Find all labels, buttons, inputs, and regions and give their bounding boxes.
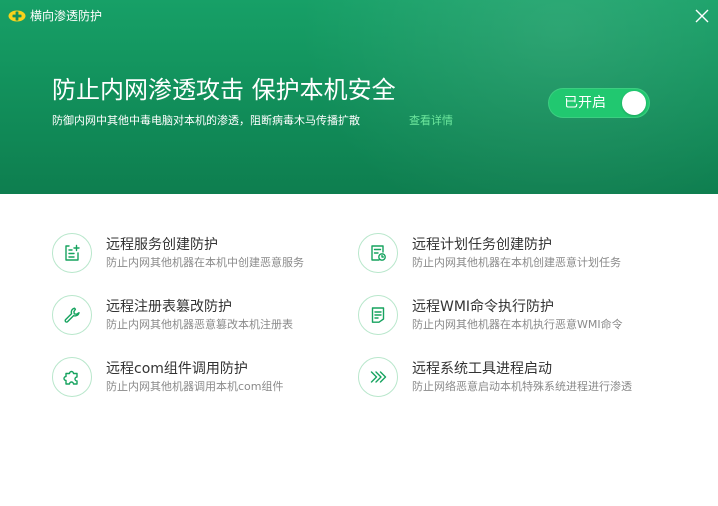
feature-item-registry: 远程注册表篡改防护 防止内网其他机器恶意篡改本机注册表 — [52, 295, 352, 337]
title-bar: 横向渗透防护 — [0, 0, 718, 32]
scheduled-task-icon — [358, 233, 398, 273]
feature-desc: 防止内网其他机器恶意篡改本机注册表 — [106, 318, 293, 331]
feature-desc: 防止内网其他机器调用本机com组件 — [106, 380, 284, 393]
view-details-link[interactable]: 查看详情 — [409, 113, 453, 129]
document-icon — [358, 295, 398, 335]
protection-toggle[interactable]: 已开启 — [548, 88, 650, 118]
feature-title: 远程系统工具进程启动 — [412, 361, 552, 377]
feature-title: 远程WMI命令执行防护 — [412, 299, 555, 315]
feature-item-com: 远程com组件调用防护 防止内网其他机器调用本机com组件 — [52, 357, 352, 399]
feature-item-scheduled-task: 远程计划任务创建防护 防止内网其他机器在本机创建恶意计划任务 — [358, 233, 658, 275]
toggle-label: 已开启 — [564, 95, 606, 111]
page-subline: 防御内网中其他中毒电脑对本机的渗透，阻断病毒木马传播扩散 — [52, 114, 360, 127]
feature-item-system-tool: 远程系统工具进程启动 防止网络恶意启动本机特殊系统进程进行渗透 — [358, 357, 658, 399]
feature-item-service: 远程服务创建防护 防止内网其他机器在本机中创建恶意服务 — [52, 233, 352, 275]
feature-desc: 防止内网其他机器在本机创建恶意计划任务 — [412, 256, 621, 269]
feature-title: 远程计划任务创建防护 — [412, 237, 552, 253]
feature-title: 远程com组件调用防护 — [106, 361, 248, 377]
chevrons-right-icon — [358, 357, 398, 397]
feature-desc: 防止内网其他机器在本机中创建恶意服务 — [106, 256, 304, 269]
window-title: 横向渗透防护 — [30, 9, 103, 23]
feature-title: 远程服务创建防护 — [106, 237, 218, 253]
header-banner: 横向渗透防护 防止内网渗透攻击 保护本机安全 防御内网中其他中毒电脑对本机的渗透… — [0, 0, 718, 194]
toggle-knob — [622, 91, 646, 115]
feature-desc: 防止网络恶意启动本机特殊系统进程进行渗透 — [412, 380, 632, 393]
feature-item-wmi: 远程WMI命令执行防护 防止内网其他机器在本机执行恶意WMI命令 — [358, 295, 658, 337]
app-logo-icon — [8, 10, 26, 22]
service-add-icon — [52, 233, 92, 273]
wrench-icon — [52, 295, 92, 335]
feature-desc: 防止内网其他机器在本机执行恶意WMI命令 — [412, 318, 623, 331]
page-headline: 防止内网渗透攻击 保护本机安全 — [52, 76, 396, 104]
feature-title: 远程注册表篡改防护 — [106, 299, 232, 315]
close-icon — [695, 9, 709, 23]
puzzle-icon — [52, 357, 92, 397]
close-button[interactable] — [692, 6, 712, 26]
